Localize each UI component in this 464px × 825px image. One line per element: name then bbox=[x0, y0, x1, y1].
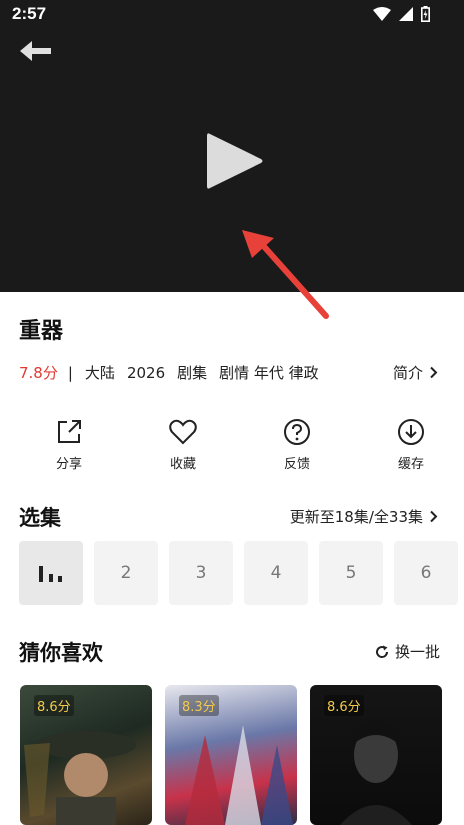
intro-button[interactable]: 简介 bbox=[393, 362, 438, 383]
year: 2026 bbox=[126, 363, 166, 382]
video-player[interactable]: 2:57 bbox=[0, 0, 464, 319]
episodes-update-button[interactable]: 更新至18集/全33集 bbox=[290, 506, 438, 527]
episodes-title: 选集 bbox=[19, 506, 61, 530]
video-title: 重器 bbox=[19, 319, 64, 344]
back-arrow-icon[interactable] bbox=[18, 38, 54, 64]
share-label: 分享 bbox=[55, 457, 82, 472]
episode-item[interactable]: 6 bbox=[394, 541, 458, 605]
genres: 剧情 年代 律政 bbox=[219, 364, 319, 382]
rating-badge: 8.6分 bbox=[324, 695, 364, 716]
score: 7.8分 bbox=[19, 364, 58, 382]
status-time: 2:57 bbox=[12, 4, 47, 23]
heart-icon bbox=[169, 419, 197, 445]
cache-label: 缓存 bbox=[397, 457, 424, 472]
meta-separator: | bbox=[67, 363, 73, 382]
episode-item[interactable]: 4 bbox=[244, 541, 308, 605]
cache-button[interactable]: 缓存 bbox=[358, 417, 464, 472]
action-bar: 分享 收藏 反馈 缓存 bbox=[0, 417, 464, 472]
episode-list: 2 3 4 5 6 bbox=[19, 541, 458, 605]
episode-item[interactable]: 5 bbox=[319, 541, 383, 605]
episodes-update-info: 更新至18集/全33集 bbox=[289, 508, 423, 526]
playing-bars-icon bbox=[39, 566, 62, 582]
signal-icon bbox=[399, 7, 413, 21]
chevron-right-icon bbox=[430, 510, 438, 523]
feedback-label: 反馈 bbox=[283, 457, 310, 472]
rating-badge: 8.6分 bbox=[34, 695, 74, 716]
annotation-arrow-icon bbox=[242, 230, 329, 319]
rating-badge: 8.3分 bbox=[179, 695, 219, 716]
recommend-card[interactable]: 8.6分 bbox=[310, 685, 442, 825]
refresh-button[interactable]: 换一批 bbox=[375, 641, 440, 662]
wifi-icon bbox=[373, 7, 391, 21]
share-button[interactable]: 分享 bbox=[16, 417, 122, 472]
favorite-label: 收藏 bbox=[169, 457, 196, 472]
recommend-list: 8.6分 8.3分 8.6分 bbox=[20, 685, 442, 825]
share-icon bbox=[58, 420, 81, 443]
type: 剧集 bbox=[177, 364, 208, 382]
play-icon[interactable] bbox=[205, 130, 265, 192]
episode-item[interactable]: 2 bbox=[94, 541, 158, 605]
refresh-icon bbox=[375, 645, 388, 658]
status-icons bbox=[373, 6, 430, 22]
question-icon bbox=[284, 419, 310, 445]
refresh-label: 换一批 bbox=[394, 643, 440, 661]
download-icon bbox=[398, 419, 424, 445]
chevron-right-icon bbox=[430, 366, 438, 379]
video-meta: 7.8分 | 大陆 2026 剧集 剧情 年代 律政 bbox=[19, 362, 331, 383]
recommend-card[interactable]: 8.3分 bbox=[165, 685, 297, 825]
episode-1-playing[interactable] bbox=[19, 541, 83, 605]
feedback-button[interactable]: 反馈 bbox=[244, 417, 350, 472]
episode-item[interactable]: 3 bbox=[169, 541, 233, 605]
intro-label: 简介 bbox=[392, 364, 423, 382]
region: 大陆 bbox=[84, 364, 115, 382]
recommend-title: 猜你喜欢 bbox=[19, 641, 103, 665]
favorite-button[interactable]: 收藏 bbox=[130, 417, 236, 472]
recommend-card[interactable]: 8.6分 bbox=[20, 685, 152, 825]
battery-icon bbox=[421, 6, 430, 22]
